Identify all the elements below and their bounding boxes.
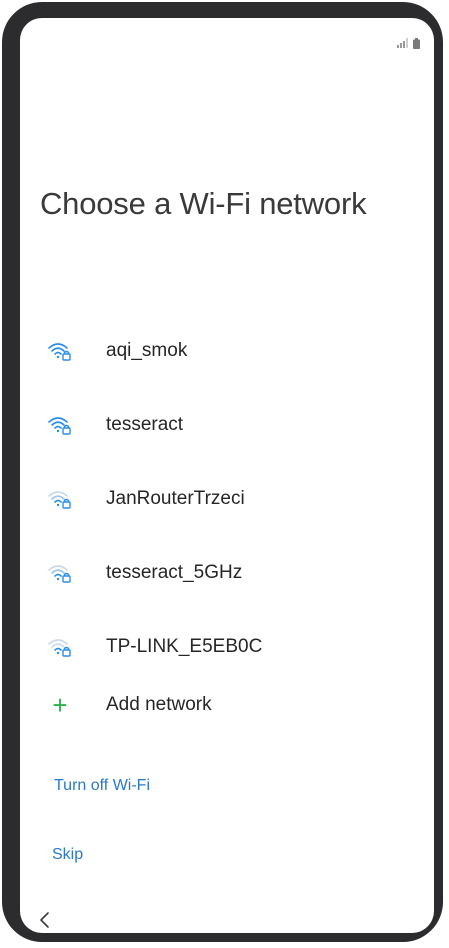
network-row[interactable]: tesseract (20, 388, 434, 462)
chevron-left-icon (38, 912, 50, 933)
wifi-locked-icon (46, 561, 74, 585)
phone-frame: Choose a Wi‑Fi network aqi_smok tesserac… (2, 2, 443, 942)
network-name: tesseract_5GHz (106, 562, 243, 583)
wifi-locked-icon (46, 487, 74, 511)
network-list: aqi_smok tesseract JanRouterTrzeci tesse… (20, 314, 434, 684)
network-name: TP-LINK_E5EB0C (106, 636, 263, 657)
network-name: JanRouterTrzeci (106, 488, 245, 509)
page-title: Choose a Wi‑Fi network (40, 186, 367, 221)
turn-off-wifi-button[interactable]: Turn off Wi-Fi (54, 777, 150, 795)
signal-icon (397, 38, 409, 48)
add-network-button[interactable]: + Add network (20, 668, 434, 742)
network-row[interactable]: tesseract_5GHz (20, 536, 434, 610)
add-network-label: Add network (106, 694, 212, 715)
back-button[interactable] (38, 911, 58, 931)
wifi-locked-icon (46, 413, 74, 437)
status-bar (397, 36, 420, 50)
screen: Choose a Wi‑Fi network aqi_smok tesserac… (20, 18, 434, 933)
network-name: aqi_smok (106, 340, 188, 361)
skip-button[interactable]: Skip (52, 846, 83, 864)
wifi-locked-icon (46, 635, 74, 659)
plus-icon: + (52, 690, 68, 720)
wifi-locked-icon (46, 339, 74, 363)
network-row[interactable]: aqi_smok (20, 314, 434, 388)
network-row[interactable]: JanRouterTrzeci (20, 462, 434, 536)
battery-icon (413, 37, 420, 49)
network-name: tesseract (106, 414, 184, 435)
